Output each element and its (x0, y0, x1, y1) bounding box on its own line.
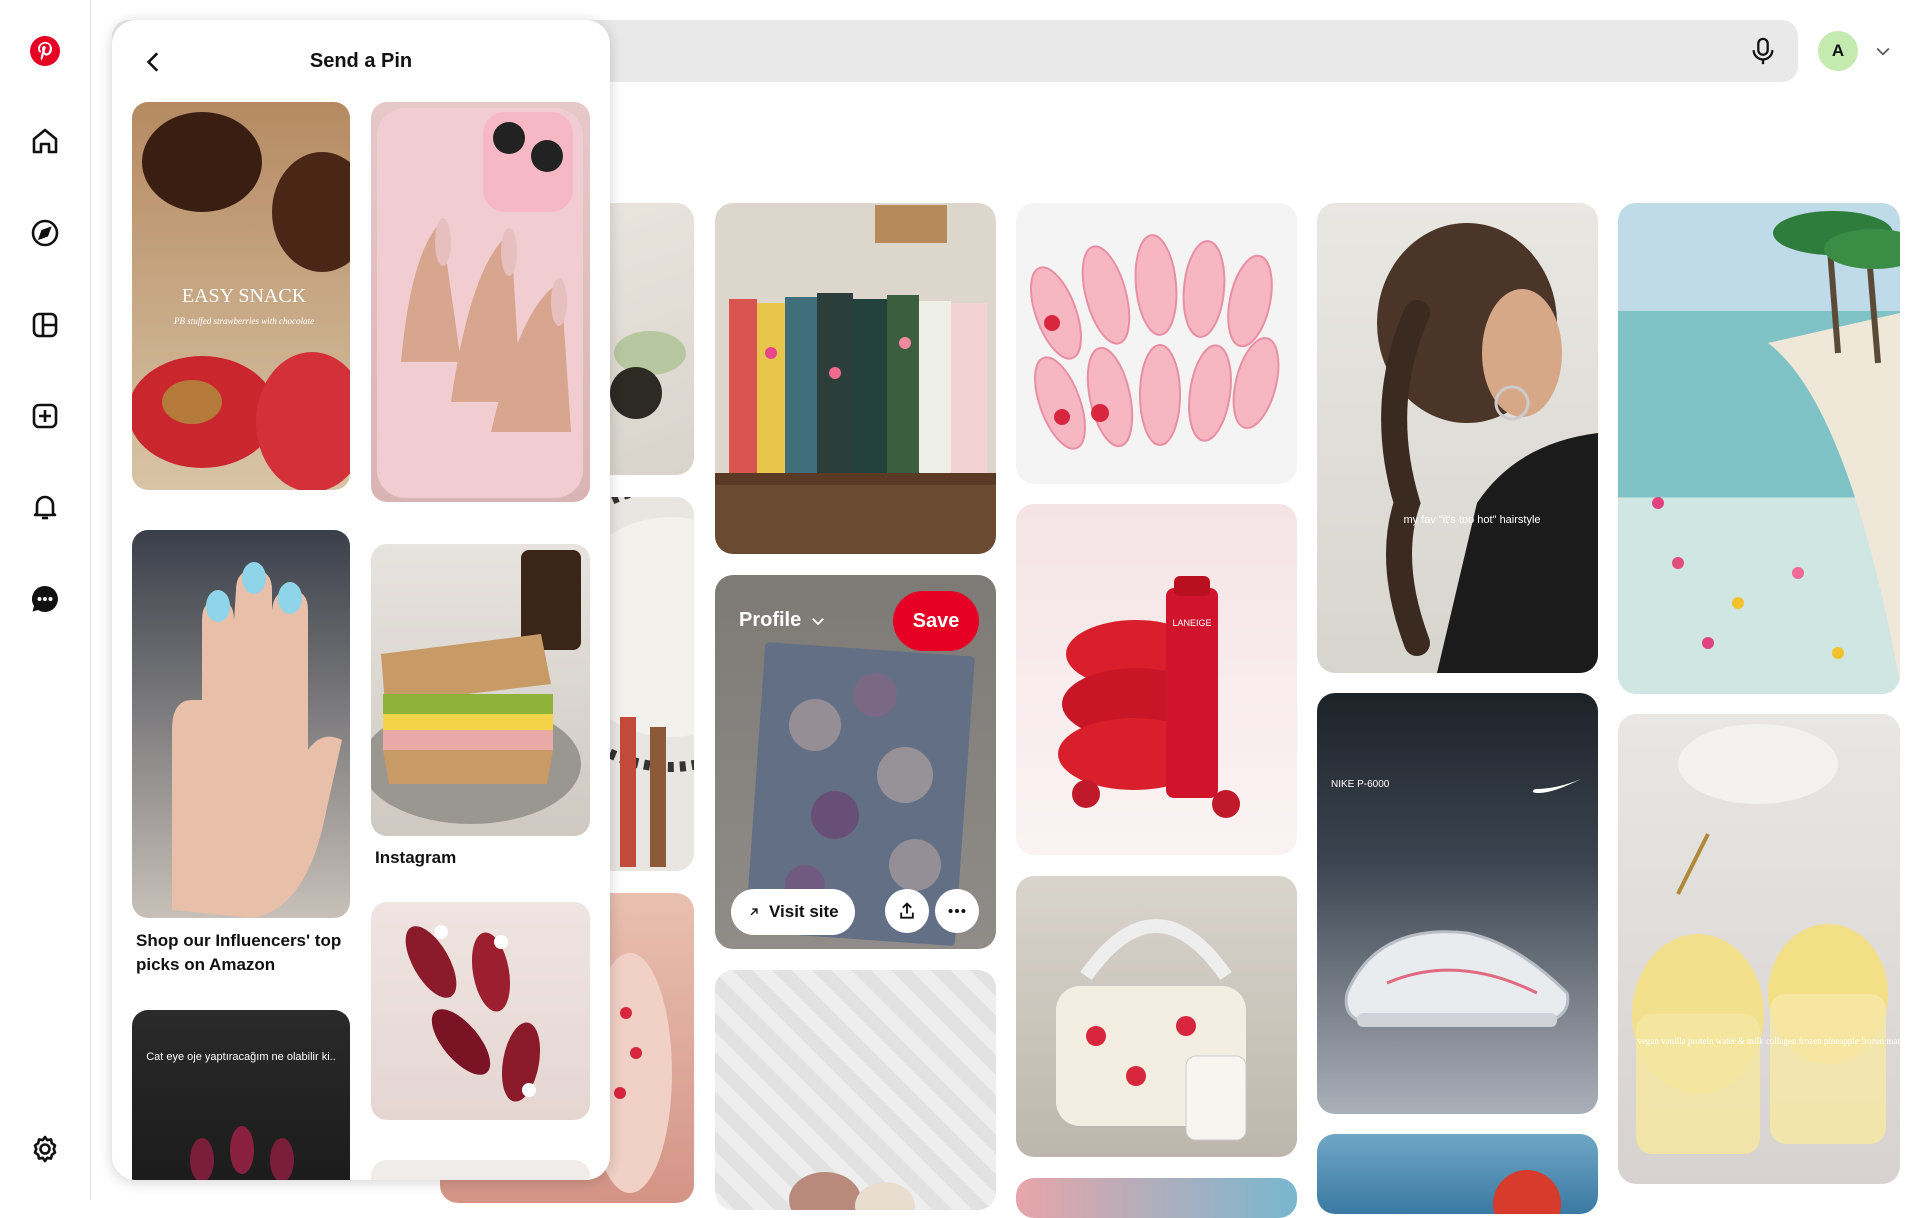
left-navigation-rail (0, 0, 91, 1200)
panel-pin[interactable] (371, 102, 590, 502)
send-pin-panel: Send a Pin EASY SNACK PB stuffed strawbe… (112, 20, 610, 1180)
product-brand-text: LANEIGE (1172, 618, 1211, 628)
home-icon[interactable] (20, 116, 70, 166)
panel-pin[interactable] (371, 1160, 590, 1180)
pin-card[interactable] (1016, 1178, 1297, 1218)
panel-pin-caption: Shop our Influencers' top picks on Amazo… (136, 931, 342, 974)
panel-pin[interactable]: Cat eye oje yaptıracağım ne olabilir ki.… (132, 1010, 350, 1180)
panel-pin-caption: Instagram (375, 848, 457, 867)
settings-gear-icon[interactable] (20, 1124, 70, 1174)
pin-card[interactable] (715, 203, 996, 554)
arrow-up-right-icon (750, 908, 758, 916)
pin-card[interactable] (1016, 876, 1297, 1157)
pin-overlay-text: my fav "it's too hot" hairstyle (1403, 514, 1540, 526)
messages-icon[interactable] (20, 574, 70, 624)
chevron-down-icon (812, 617, 825, 625)
pin-overlay-text: Cat eye oje yaptıracağım ne olabilir ki.… (146, 1051, 336, 1063)
microphone-icon[interactable] (1740, 28, 1786, 74)
panel-title: Send a Pin (309, 50, 413, 72)
pin-card[interactable] (1016, 203, 1297, 484)
notifications-bell-icon[interactable] (20, 482, 70, 532)
panel-pin[interactable] (371, 902, 590, 1120)
pin-overlay-title: EASY SNACK (182, 285, 307, 307)
pin-card[interactable] (1618, 203, 1900, 694)
chevron-down-icon[interactable] (1870, 38, 1896, 64)
panel-pin[interactable]: EASY SNACK PB stuffed strawberries with … (132, 102, 350, 490)
board-picker-label: Profile (739, 609, 802, 631)
avatar[interactable]: A (1818, 31, 1858, 71)
board-picker[interactable]: Profile (739, 609, 827, 632)
share-icon (900, 902, 914, 919)
more-options-button[interactable] (935, 889, 979, 933)
pin-overlay-subtitle: PB stuffed strawberries with chocolate (173, 316, 314, 326)
create-plus-icon[interactable] (20, 391, 70, 441)
pin-card-hovered[interactable]: Profile Save Visit site (715, 575, 996, 949)
pin-card[interactable]: my fav "it's too hot" hairstyle (1317, 203, 1598, 673)
pin-card[interactable]: vegan vanilla protein water & milk colla… (1618, 714, 1900, 1184)
explore-compass-icon[interactable] (20, 208, 70, 258)
boards-icon[interactable] (20, 300, 70, 350)
save-button[interactable]: Save (893, 591, 979, 651)
pin-overlay-text: NIKE P-6000 (1331, 779, 1390, 790)
share-button[interactable] (885, 889, 929, 933)
visit-site-button[interactable]: Visit site (731, 889, 855, 935)
more-dots-icon (948, 908, 966, 914)
pin-card[interactable] (1317, 1134, 1598, 1214)
pin-card[interactable]: LANEIGE (1016, 504, 1297, 855)
panel-pin[interactable] (132, 530, 350, 918)
pin-card[interactable]: NIKE P-6000 (1317, 693, 1598, 1114)
pinterest-logo-icon[interactable] (20, 26, 70, 76)
panel-pin[interactable] (371, 544, 590, 836)
pin-card[interactable] (715, 970, 996, 1210)
pin-overlay-text: vegan vanilla protein water & milk colla… (1637, 1036, 1900, 1046)
visit-site-label: Visit site (769, 902, 839, 921)
